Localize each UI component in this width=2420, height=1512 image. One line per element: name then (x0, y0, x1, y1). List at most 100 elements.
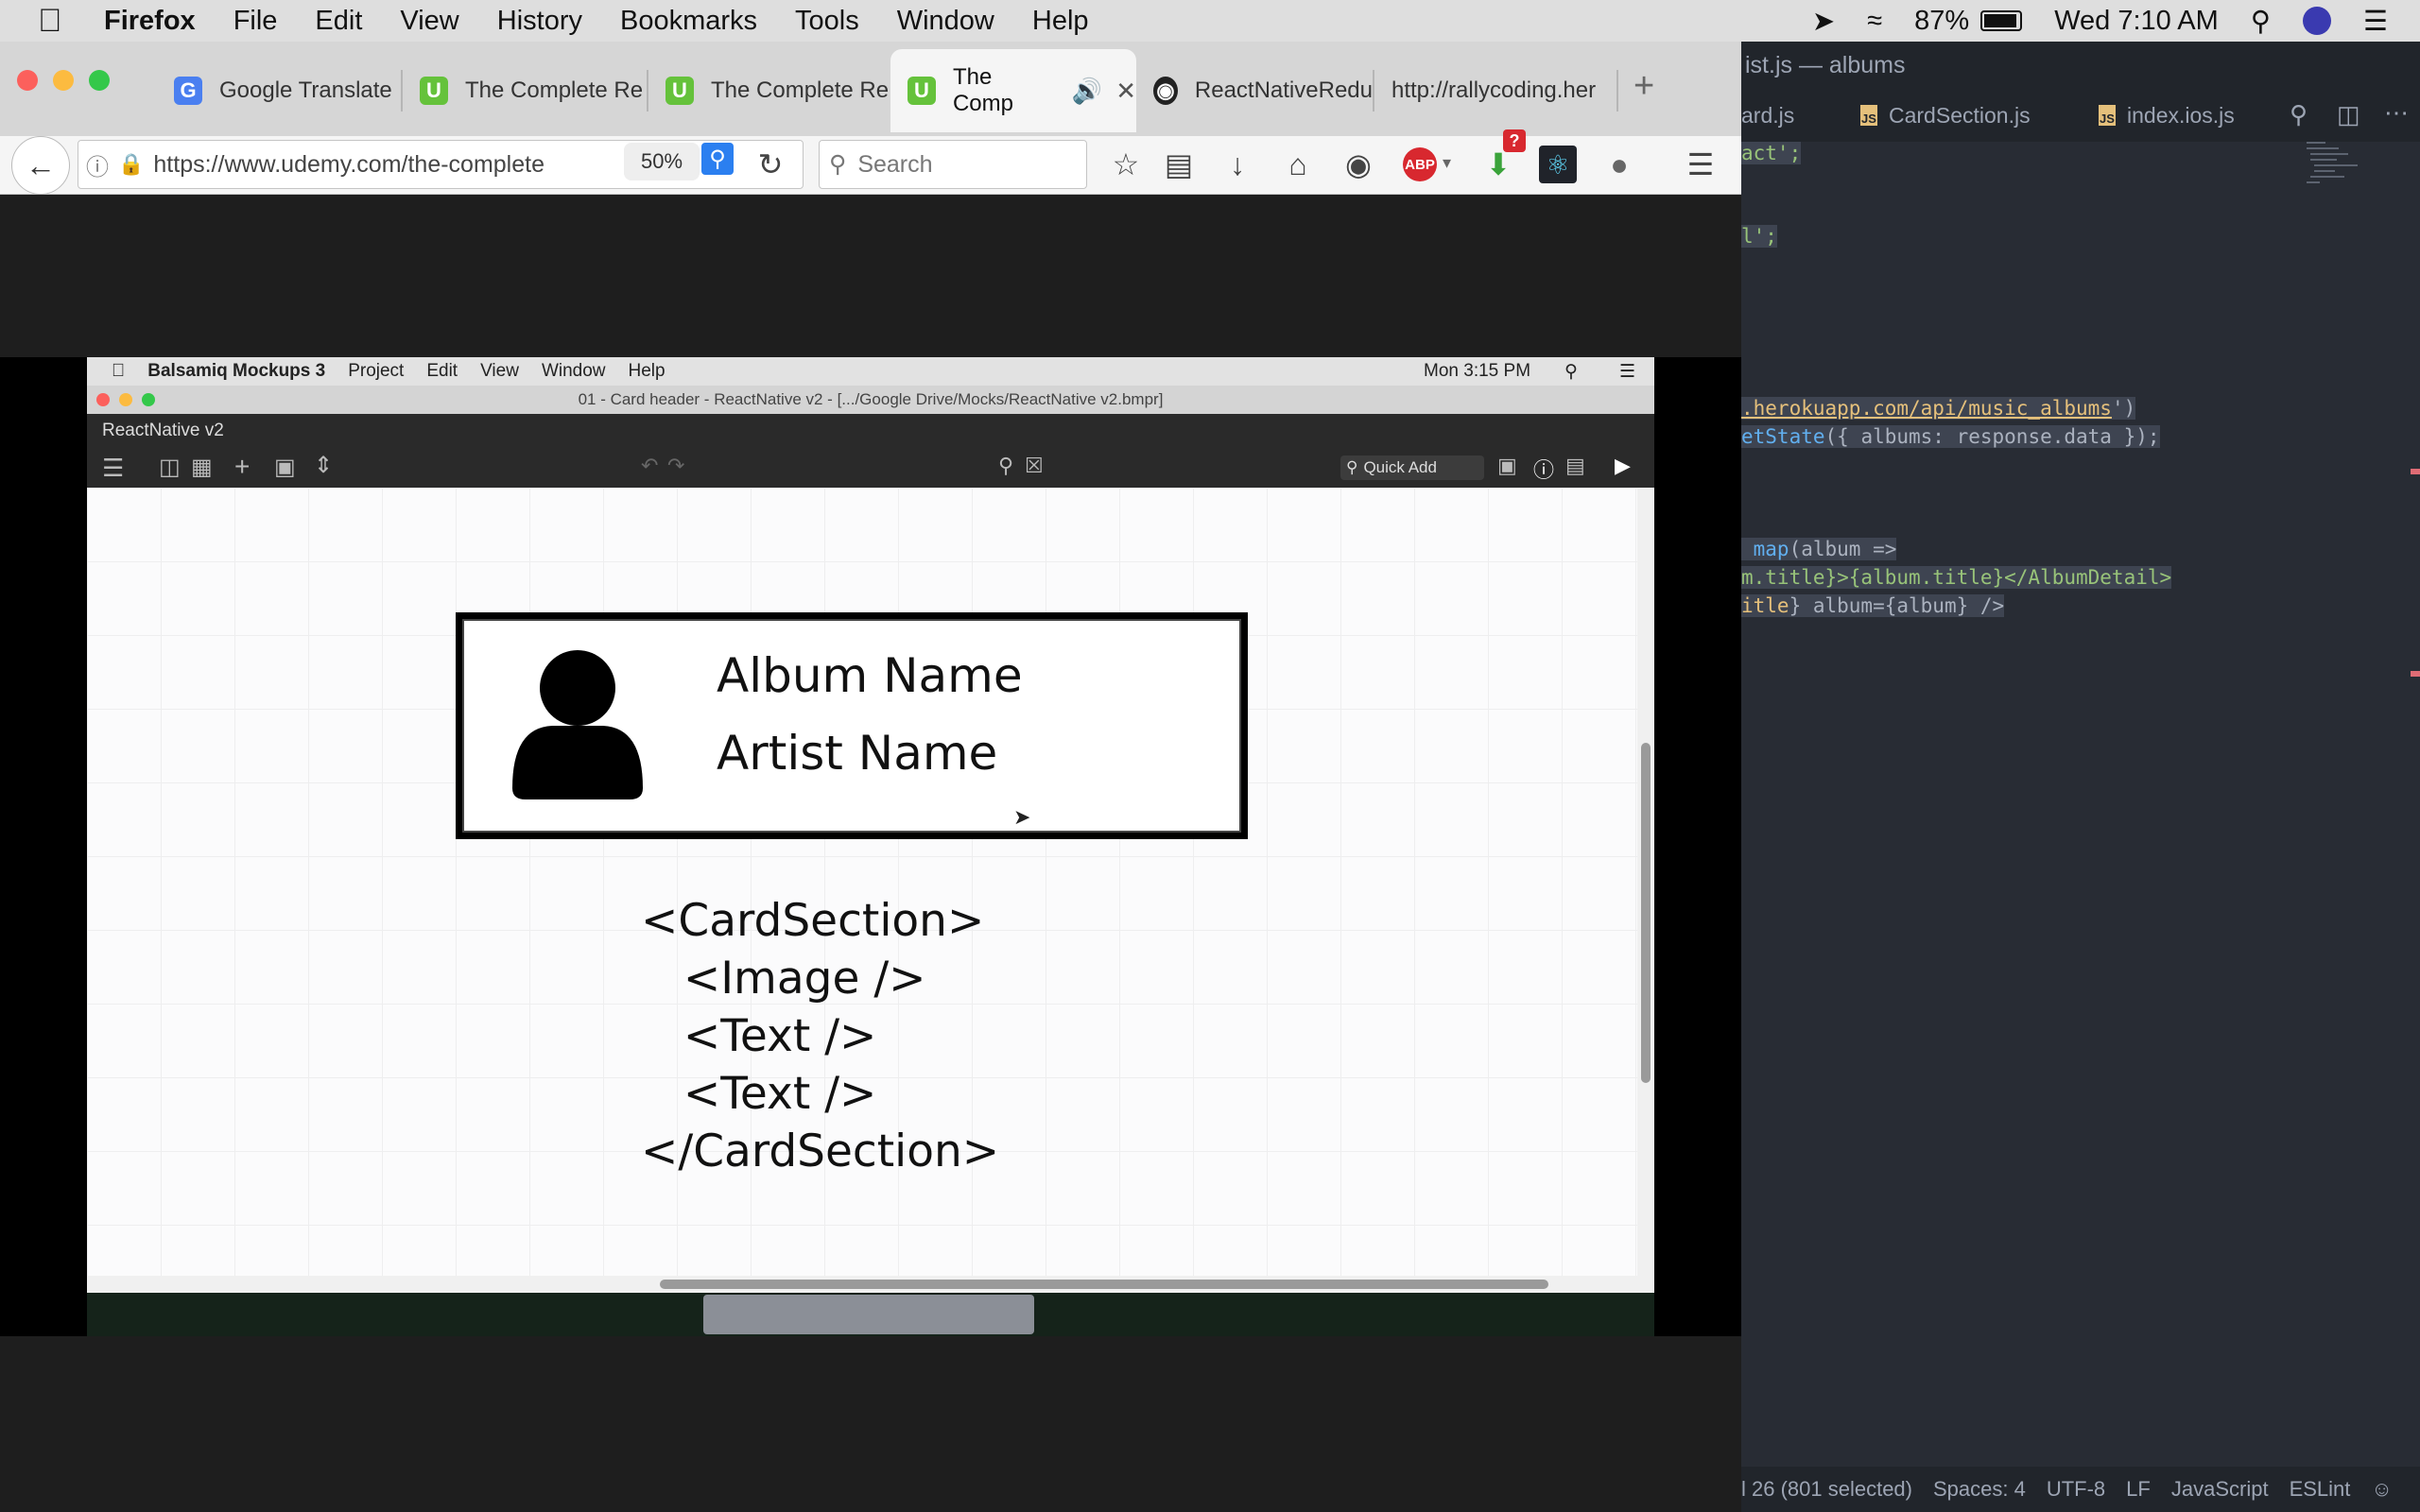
zoom-level-badge[interactable]: 50% (624, 143, 700, 180)
tab-github[interactable]: ◉ ReactNativeRedu (1136, 49, 1373, 132)
close-window-button[interactable] (17, 70, 38, 91)
balsamiq-mac-menubar:  Balsamiq Mockups 3 Project Edit View W… (87, 357, 1654, 386)
encoding-status[interactable]: UTF-8 (2047, 1477, 2105, 1502)
more-options-icon[interactable]: ⋯ (2384, 98, 2409, 128)
info-icon[interactable]: ⓘ (86, 148, 109, 181)
grid-icon: ▦ (191, 455, 213, 480)
tab-google-translate[interactable]: G Google Translate (157, 49, 401, 132)
magnifier-icon[interactable]: ⚲ (701, 143, 734, 175)
canvas-horizontal-scrollbar (87, 1276, 1654, 1293)
menu-file[interactable]: File (233, 6, 278, 37)
google-translate-icon: G (174, 77, 202, 105)
scrollbar-thumb (1641, 743, 1651, 1083)
lock-icon[interactable]: 🔒 (118, 152, 144, 177)
menu-help[interactable]: Help (1032, 6, 1089, 37)
editor-tab-cardsection[interactable]: JS CardSection.js (1860, 89, 2059, 142)
pocket-icon[interactable]: ◉ (1337, 143, 1380, 186)
zoom-window-button[interactable] (89, 70, 110, 91)
react-devtools-icon[interactable]: ⚛ (1539, 146, 1577, 183)
adblock-dropdown-icon[interactable]: ▾ (1443, 153, 1451, 173)
lint-error-marker (2411, 671, 2420, 677)
balsamiq-menu-edit: Edit (413, 361, 458, 381)
url-text[interactable]: https://www.udemy.com/the-complete (153, 151, 544, 179)
balsamiq-toolbar: ☰ ◫ ▦ + ▣ ⇕ ↶ ↷ ⚲ ☒ ⚲ Quick Add ▣ ⓘ ▤ ▶ (87, 448, 1654, 488)
new-tab-button[interactable]: + (1634, 66, 1654, 107)
tab-label: The Complete Re (465, 77, 644, 103)
spotlight-icon[interactable]: ⚲ (2251, 5, 2271, 38)
menu-view[interactable]: View (400, 6, 458, 37)
menu-edit[interactable]: Edit (315, 6, 362, 37)
canvas-vertical-scrollbar (1637, 488, 1654, 1276)
feedback-smiley-icon[interactable]: ☺ (2371, 1477, 2392, 1502)
hamburger-menu-icon[interactable]: ☰ (1679, 143, 1722, 186)
split-pane-icon[interactable]: ◫ (2337, 100, 2360, 129)
menu-bookmarks[interactable]: Bookmarks (620, 6, 757, 37)
reload-icon[interactable]: ↻ (749, 143, 792, 186)
user-avatar-icon (512, 650, 643, 799)
code-line-7: itle} album={album} /> (1741, 594, 2005, 623)
code-token: itle (1741, 594, 1789, 617)
code-line: <Image /> (641, 953, 926, 1005)
search-bar[interactable]: ⚲ Search (819, 140, 1087, 189)
zoom-dot-icon (142, 393, 155, 406)
editor-status-bar: l 26 (801 selected) Spaces: 4 UTF-8 LF J… (1741, 1467, 2420, 1512)
tab-udemy-2[interactable]: U The Complete Re (648, 49, 892, 132)
notification-center-icon[interactable]: ☰ (2363, 5, 2388, 38)
home-icon[interactable]: ⌂ (1276, 143, 1320, 186)
siri-icon[interactable] (2303, 7, 2331, 35)
editor-minimap[interactable] (2307, 142, 2363, 208)
code-line-3: .herokuapp.com/api/music_albums') (1741, 397, 2136, 425)
grammar-status[interactable]: JavaScript (2171, 1477, 2269, 1502)
code-token: map (1741, 538, 1789, 560)
battery-percent: 87% (1914, 5, 1970, 36)
speaker-icon[interactable]: 🔊 (1072, 77, 1102, 106)
adblock-icon[interactable]: ABP (1403, 147, 1437, 181)
menu-window[interactable]: Window (897, 6, 994, 37)
download-icon[interactable]: ↓ (1216, 143, 1259, 186)
battery-icon[interactable] (1980, 10, 2023, 31)
code-token: m.title}>{album.title}</AlbumDetail> (1741, 566, 2172, 589)
tab-label: The Complete Re (711, 77, 890, 103)
notes-icon: ▤ (1565, 454, 1585, 477)
extension-icon[interactable]: ● (1598, 143, 1641, 186)
tab-udemy-active[interactable]: U The Comp 🔊 ✕ (890, 49, 1136, 132)
apple-icon[interactable]:  (38, 3, 70, 40)
minimize-window-button[interactable] (53, 70, 74, 91)
tab-udemy-1[interactable]: U The Complete Re (403, 49, 647, 132)
js-file-icon: JS (1860, 105, 1877, 126)
list-icon: ☰ (1618, 361, 1635, 382)
menu-tools[interactable]: Tools (795, 6, 859, 37)
editor-tab-card[interactable]: ard.js (1741, 89, 1855, 142)
balsamiq-clock: Mon 3:15 PM (1424, 361, 1531, 381)
back-button[interactable]: ← (11, 136, 70, 195)
balsamiq-menu-window: Window (527, 361, 606, 381)
lint-error-marker (2411, 469, 2420, 474)
balsamiq-project-header: ReactNative v2 (87, 414, 1654, 448)
reading-list-icon[interactable]: ▤ (1157, 143, 1201, 186)
search-icon: ⚲ (998, 454, 1014, 477)
menu-clock[interactable]: Wed 7:10 AM (2054, 6, 2219, 37)
menu-app-name[interactable]: Firefox (104, 6, 196, 37)
balsamiq-project-name: ReactNative v2 (102, 421, 224, 440)
tab-label: http://rallycoding.her (1392, 77, 1597, 103)
find-icon[interactable]: ⚲ (2290, 100, 2308, 129)
line-ending-status[interactable]: LF (2126, 1477, 2151, 1502)
indentation-status[interactable]: Spaces: 4 (1933, 1477, 2026, 1502)
bookmark-star-icon[interactable]: ☆ (1104, 143, 1148, 186)
editor-tab-index-ios[interactable]: JS index.ios.js (2099, 89, 2278, 142)
editor-tab-label: index.ios.js (2127, 102, 2235, 128)
location-icon[interactable]: ➤ (1812, 5, 1835, 38)
menu-history[interactable]: History (497, 6, 582, 37)
tab-rallycoding[interactable]: http://rallycoding.her (1374, 49, 1611, 132)
balsamiq-menu-view: View (466, 361, 519, 381)
linter-status[interactable]: ESLint (2290, 1477, 2351, 1502)
balsamiq-dock (87, 1293, 1654, 1336)
balsamiq-window-title: 01 - Card header - ReactNative v2 - [...… (87, 386, 1654, 414)
cursor-position[interactable]: l 26 (801 selected) (1741, 1477, 1912, 1502)
github-icon: ◉ (1153, 77, 1178, 105)
wifi-icon[interactable]: ≈ (1867, 6, 1882, 37)
udemy-icon: U (420, 77, 448, 105)
close-tab-icon[interactable]: ✕ (1115, 77, 1136, 106)
editor-tab-label: CardSection.js (1889, 102, 2031, 128)
search-icon: ⚲ (829, 151, 847, 178)
